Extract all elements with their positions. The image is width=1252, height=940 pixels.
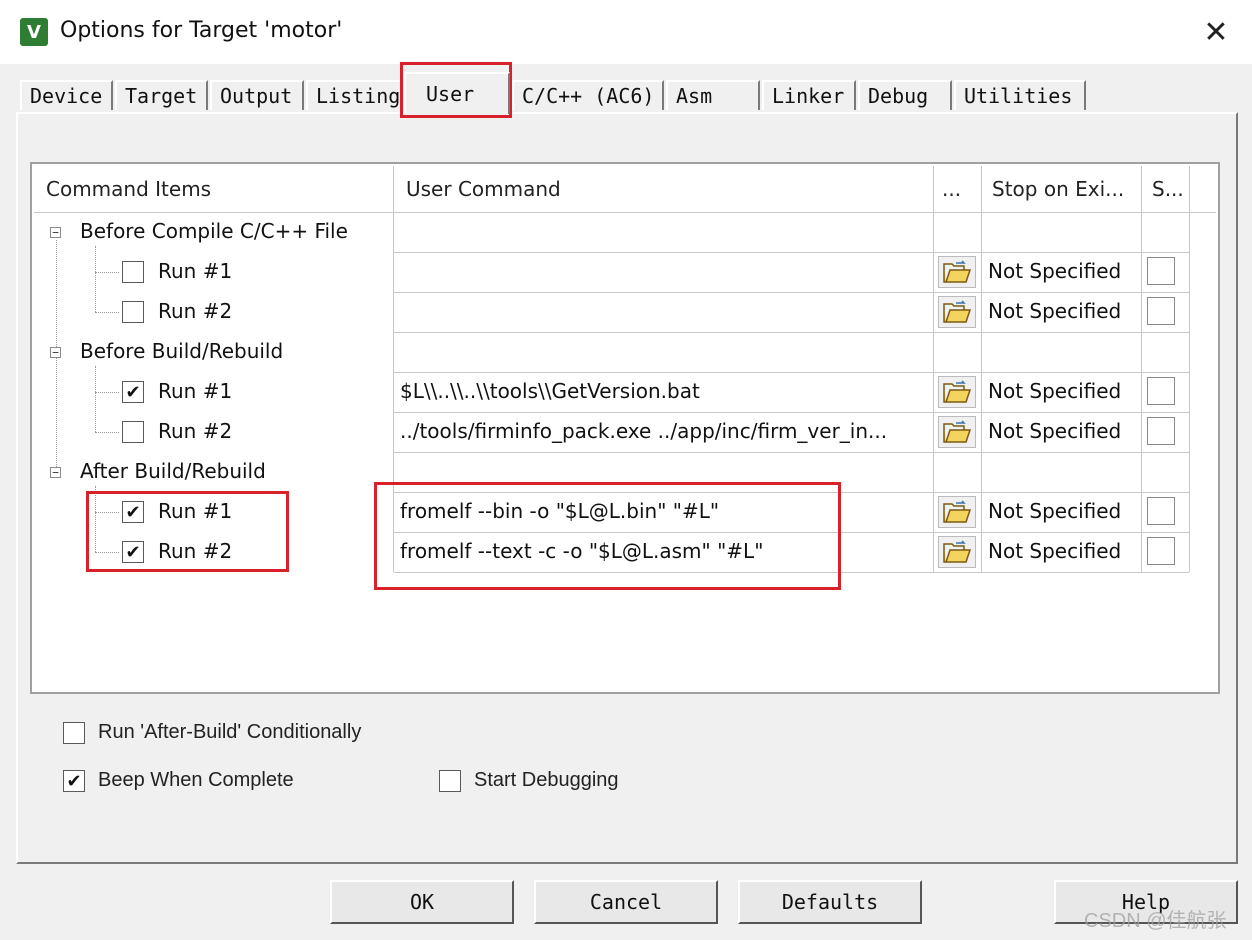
group-after-build[interactable]: After Build/Rebuild bbox=[80, 459, 266, 483]
s-checkbox[interactable] bbox=[1147, 257, 1175, 285]
run-checkbox[interactable]: ✔ bbox=[122, 381, 144, 403]
beep-when-complete-label[interactable]: Beep When Complete bbox=[98, 769, 294, 792]
tree-connector bbox=[95, 432, 119, 433]
collapse-icon[interactable]: − bbox=[50, 347, 61, 358]
browse-button[interactable] bbox=[938, 496, 976, 528]
run-after-build-conditionally-label[interactable]: Run 'After-Build' Conditionally bbox=[98, 721, 361, 744]
folder-open-icon bbox=[943, 500, 972, 523]
tab-asm[interactable]: Asm bbox=[666, 80, 760, 110]
browse-button[interactable] bbox=[938, 256, 976, 288]
folder-open-icon bbox=[943, 260, 972, 283]
header-user-command[interactable]: User Command bbox=[394, 166, 934, 212]
s-checkbox[interactable] bbox=[1147, 497, 1175, 525]
start-debugging-checkbox[interactable] bbox=[439, 770, 461, 792]
tab-target[interactable]: Target bbox=[115, 80, 208, 110]
checkmark-icon: ✔ bbox=[125, 381, 141, 403]
cancel-button[interactable]: Cancel bbox=[534, 880, 718, 924]
tab-user[interactable]: User bbox=[404, 72, 510, 114]
tab-debug[interactable]: Debug bbox=[858, 80, 952, 110]
run-label[interactable]: Run #1 bbox=[158, 379, 232, 403]
tree-connector bbox=[95, 392, 119, 393]
tab-c-cpp-ac6[interactable]: C/C++ (AC6) bbox=[512, 80, 664, 110]
start-debugging-label[interactable]: Start Debugging bbox=[474, 769, 619, 792]
grid-line bbox=[394, 372, 1189, 373]
highlight-box-after-build-runs bbox=[86, 491, 289, 572]
header-stop-on-exit[interactable]: Stop on Exi... bbox=[982, 166, 1142, 212]
tree-connector bbox=[95, 246, 96, 312]
tab-output[interactable]: Output bbox=[210, 80, 304, 110]
collapse-icon[interactable]: − bbox=[50, 467, 61, 478]
header-browse[interactable]: ... bbox=[934, 166, 982, 212]
close-icon: ✕ bbox=[1203, 14, 1229, 50]
folder-open-icon bbox=[943, 420, 972, 443]
run-label[interactable]: Run #2 bbox=[158, 419, 232, 443]
grid-line bbox=[394, 252, 1189, 253]
beep-when-complete-checkbox[interactable]: ✔ bbox=[63, 770, 85, 792]
s-checkbox[interactable] bbox=[1147, 417, 1175, 445]
grid-line bbox=[394, 332, 1189, 333]
highlight-box-after-build-commands bbox=[374, 482, 841, 590]
browse-button[interactable] bbox=[938, 296, 976, 328]
grid-line bbox=[394, 452, 1189, 453]
tree-connector bbox=[95, 312, 119, 313]
header-s[interactable]: S... bbox=[1142, 166, 1190, 212]
stop-on-exit-cell[interactable]: Not Specified bbox=[988, 259, 1121, 283]
s-checkbox[interactable] bbox=[1147, 377, 1175, 405]
folder-open-icon bbox=[943, 540, 972, 563]
ok-button[interactable]: OK bbox=[330, 880, 514, 924]
browse-button[interactable] bbox=[938, 536, 976, 568]
checkmark-icon: ✔ bbox=[66, 770, 82, 792]
grid-line bbox=[1189, 212, 1190, 572]
grid-line bbox=[981, 212, 982, 572]
tab-utilities[interactable]: Utilities bbox=[954, 80, 1086, 110]
user-command-cell[interactable]: $L\\..\\..\\tools\\GetVersion.bat bbox=[400, 379, 928, 403]
browse-button[interactable] bbox=[938, 376, 976, 408]
stop-on-exit-cell[interactable]: Not Specified bbox=[988, 299, 1121, 323]
grid-line bbox=[34, 212, 1216, 213]
window-title: Options for Target 'motor' bbox=[60, 18, 343, 43]
keil-app-icon: V bbox=[20, 18, 48, 46]
tab-linker[interactable]: Linker bbox=[762, 80, 856, 110]
s-checkbox[interactable] bbox=[1147, 537, 1175, 565]
folder-open-icon bbox=[943, 380, 972, 403]
tree-connector bbox=[95, 272, 119, 273]
defaults-button[interactable]: Defaults bbox=[738, 880, 922, 924]
group-before-build[interactable]: Before Build/Rebuild bbox=[80, 339, 283, 363]
header-command-items[interactable]: Command Items bbox=[34, 166, 394, 212]
user-command-cell[interactable]: ../tools/firminfo_pack.exe ../app/inc/fi… bbox=[400, 419, 928, 443]
group-before-compile[interactable]: Before Compile C/C++ File bbox=[80, 219, 348, 243]
run-after-build-conditionally-checkbox[interactable] bbox=[63, 722, 85, 744]
collapse-icon[interactable]: − bbox=[50, 227, 61, 238]
stop-on-exit-cell[interactable]: Not Specified bbox=[988, 499, 1121, 523]
browse-button[interactable] bbox=[938, 416, 976, 448]
tree-connector bbox=[95, 366, 96, 432]
run-checkbox[interactable] bbox=[122, 261, 144, 283]
grid-line bbox=[394, 412, 1189, 413]
tab-device[interactable]: Device bbox=[20, 80, 113, 110]
s-checkbox[interactable] bbox=[1147, 297, 1175, 325]
tab-listing[interactable]: Listing bbox=[306, 80, 402, 110]
stop-on-exit-cell[interactable]: Not Specified bbox=[988, 539, 1121, 563]
stop-on-exit-cell[interactable]: Not Specified bbox=[988, 379, 1121, 403]
csdn-watermark: CSDN @佳航张 bbox=[1084, 910, 1227, 932]
run-checkbox[interactable] bbox=[122, 421, 144, 443]
grid-line bbox=[394, 292, 1189, 293]
grid-line bbox=[933, 212, 934, 572]
run-label[interactable]: Run #1 bbox=[158, 259, 232, 283]
run-checkbox[interactable] bbox=[122, 301, 144, 323]
folder-open-icon bbox=[943, 300, 972, 323]
stop-on-exit-cell[interactable]: Not Specified bbox=[988, 419, 1121, 443]
grid-line bbox=[1141, 212, 1142, 572]
run-label[interactable]: Run #2 bbox=[158, 299, 232, 323]
close-button[interactable]: ✕ bbox=[1196, 14, 1236, 50]
